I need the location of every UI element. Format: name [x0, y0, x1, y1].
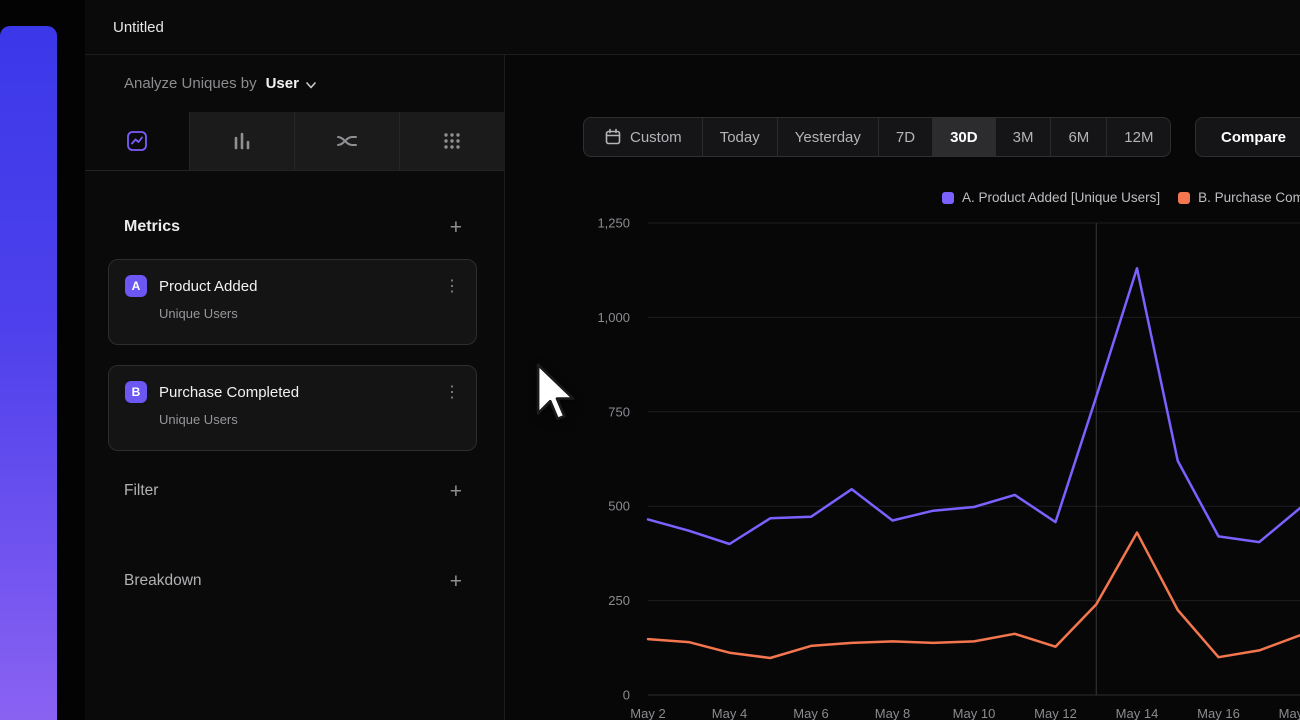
svg-text:May 10: May 10 — [953, 706, 996, 720]
svg-text:May 18: May 18 — [1279, 706, 1300, 720]
bar-chart-icon — [230, 129, 254, 153]
chevron-down-icon — [306, 82, 316, 89]
range-today[interactable]: Today — [702, 118, 777, 156]
metric-card-b[interactable]: B Purchase Completed ⋮ Unique Users — [108, 365, 477, 451]
line-chart[interactable]: 0 250 500 750 1,000 1,250 May 2 May 4 May 6 May 8… — [505, 215, 1300, 720]
svg-text:1,250: 1,250 — [597, 216, 630, 231]
tab-grid[interactable] — [399, 112, 504, 170]
svg-text:1,000: 1,000 — [597, 310, 630, 325]
top-bar: Untitled — [85, 0, 1300, 55]
filter-section-header: Filter + — [85, 479, 504, 503]
line-chart-icon — [125, 129, 149, 153]
tab-flows[interactable] — [294, 112, 399, 170]
metrics-title: Metrics — [124, 218, 180, 236]
chart-panel: Custom Today Yesterday 7D 30D 3M 6M 12M … — [505, 55, 1300, 720]
flow-icon — [334, 129, 360, 153]
metric-name-b: Purchase Completed — [159, 384, 428, 401]
app-gradient-strip — [0, 26, 57, 720]
svg-text:May 6: May 6 — [793, 706, 828, 720]
metric-name-a: Product Added — [159, 278, 428, 295]
svg-text:500: 500 — [608, 499, 630, 514]
svg-text:May 14: May 14 — [1116, 706, 1159, 720]
breakdown-section-header: Breakdown + — [85, 569, 504, 593]
analyze-label: Analyze Uniques by — [124, 75, 257, 92]
svg-text:May 2: May 2 — [630, 706, 665, 720]
svg-text:May 8: May 8 — [875, 706, 910, 720]
tab-bar-chart[interactable] — [189, 112, 294, 170]
range-7d[interactable]: 7D — [878, 118, 932, 156]
analyze-row: Analyze Uniques by User — [85, 55, 504, 112]
report-title[interactable]: Untitled — [113, 19, 164, 36]
metric-badge-b: B — [125, 381, 147, 403]
legend-label-b: B. Purchase Completed [Unique Users] — [1198, 190, 1300, 205]
legend-item-a[interactable]: A. Product Added [Unique Users] — [942, 190, 1160, 205]
metric-card-row: B Purchase Completed ⋮ — [125, 381, 464, 403]
grid-dots-icon — [440, 129, 464, 153]
svg-text:May 4: May 4 — [712, 706, 747, 720]
svg-text:250: 250 — [608, 593, 630, 608]
metric-card-row: A Product Added ⋮ — [125, 275, 464, 297]
svg-text:0: 0 — [623, 688, 630, 703]
calendar-icon — [604, 128, 622, 146]
metric-subtype-b[interactable]: Unique Users — [159, 412, 464, 427]
uniques-by-value: User — [266, 75, 299, 92]
filter-title: Filter — [124, 482, 158, 500]
breakdown-title: Breakdown — [124, 572, 202, 590]
metrics-section-header: Metrics + — [85, 215, 504, 239]
compare-button[interactable]: Compare — [1195, 117, 1300, 157]
range-custom[interactable]: Custom — [584, 118, 702, 156]
metric-card-a[interactable]: A Product Added ⋮ Unique Users — [108, 259, 477, 345]
svg-text:May 12: May 12 — [1034, 706, 1077, 720]
legend-swatch-a — [942, 192, 954, 204]
range-custom-label: Custom — [630, 129, 682, 146]
range-6m[interactable]: 6M — [1050, 118, 1106, 156]
range-30d[interactable]: 30D — [932, 118, 995, 156]
add-filter-button[interactable]: + — [448, 481, 464, 502]
chart-legend: A. Product Added [Unique Users] B. Purch… — [942, 190, 1300, 205]
uniques-by-dropdown[interactable]: User — [266, 75, 316, 92]
legend-item-b[interactable]: B. Purchase Completed [Unique Users] — [1178, 190, 1300, 205]
legend-label-a: A. Product Added [Unique Users] — [962, 190, 1160, 205]
range-12m[interactable]: 12M — [1106, 118, 1170, 156]
svg-text:750: 750 — [608, 404, 630, 419]
metric-menu-button-b[interactable]: ⋮ — [440, 382, 464, 402]
metric-badge-a: A — [125, 275, 147, 297]
tab-line-chart[interactable] — [85, 112, 189, 170]
screen: Untitled Analyze Uniques by User — [0, 0, 1300, 720]
svg-text:May 16: May 16 — [1197, 706, 1240, 720]
main-body: Analyze Uniques by User — [85, 55, 1300, 720]
legend-swatch-b — [1178, 192, 1190, 204]
add-metric-button[interactable]: + — [448, 217, 464, 238]
chart-type-tabs — [85, 112, 504, 171]
query-panel: Analyze Uniques by User — [85, 55, 505, 720]
metric-cards: A Product Added ⋮ Unique Users B Purchas… — [108, 259, 477, 451]
range-yesterday[interactable]: Yesterday — [777, 118, 878, 156]
app-window: Untitled Analyze Uniques by User — [85, 0, 1300, 720]
range-3m[interactable]: 3M — [995, 118, 1051, 156]
metric-menu-button-a[interactable]: ⋮ — [440, 276, 464, 296]
add-breakdown-button[interactable]: + — [448, 571, 464, 592]
metric-subtype-a[interactable]: Unique Users — [159, 306, 464, 321]
date-range-picker: Custom Today Yesterday 7D 30D 3M 6M 12M — [583, 117, 1171, 157]
